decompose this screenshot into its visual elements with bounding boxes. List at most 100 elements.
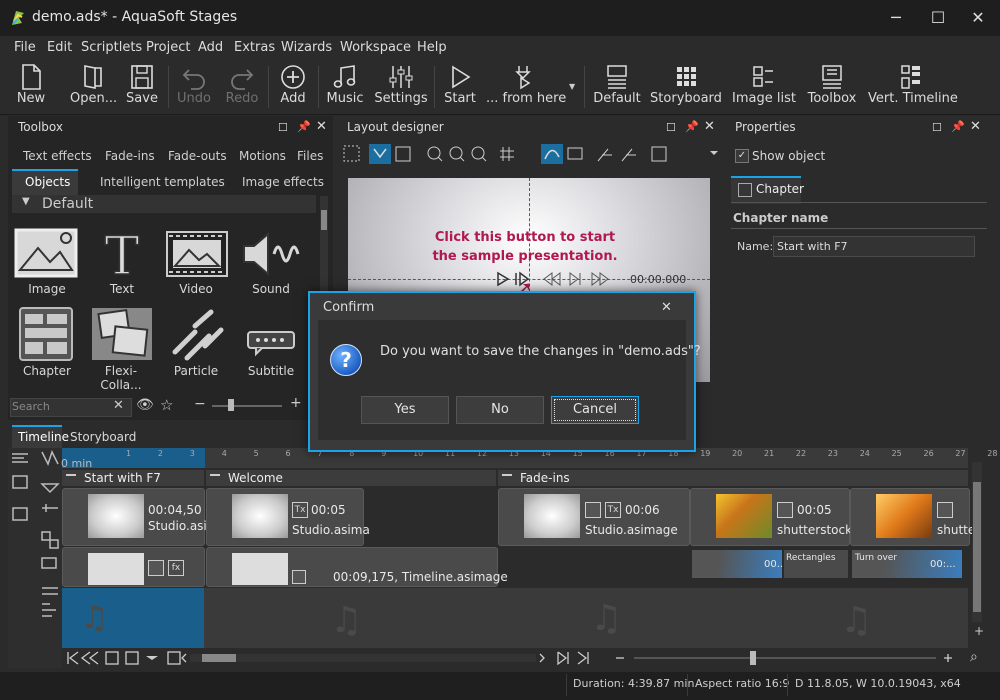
toolbox-scrollbar-thumb[interactable] xyxy=(321,210,327,230)
prev-icon[interactable] xyxy=(80,651,99,665)
layout-default-button[interactable]: Default xyxy=(592,60,642,112)
collapse-chapter-icon[interactable] xyxy=(210,474,220,476)
close-panel-icon[interactable]: ✕ xyxy=(316,119,327,134)
bars-icon[interactable] xyxy=(42,603,56,617)
pin-icon[interactable]: 📌 xyxy=(297,120,311,133)
object-video[interactable] xyxy=(165,226,229,285)
collapse-chapter-icon[interactable] xyxy=(502,474,512,476)
menu-extras[interactable]: Extras xyxy=(234,40,275,55)
tab-text-effects[interactable]: Text effects xyxy=(23,149,92,163)
object-image[interactable] xyxy=(14,226,78,285)
guide2-icon[interactable] xyxy=(621,148,636,162)
frame-view-icon[interactable] xyxy=(125,651,139,665)
forward-icon[interactable] xyxy=(591,272,609,286)
menu-wizards[interactable]: Wizards xyxy=(281,40,332,55)
go-start-icon[interactable] xyxy=(67,651,79,665)
tab-storyboard[interactable]: Storyboard xyxy=(70,430,136,444)
settings-icon[interactable] xyxy=(651,146,667,162)
menu-edit[interactable]: Edit xyxy=(47,40,72,55)
tab-fade-outs[interactable]: Fade-outs xyxy=(168,149,227,163)
star-icon[interactable]: ☆ xyxy=(160,396,173,414)
track2-icon[interactable] xyxy=(41,557,57,569)
close-window-button[interactable]: ✕ xyxy=(958,6,998,30)
insert-icon[interactable] xyxy=(42,504,58,512)
yes-button[interactable]: Yes xyxy=(361,396,449,424)
dialog-close-button[interactable]: ✕ xyxy=(661,300,672,315)
next-icon[interactable] xyxy=(569,272,581,286)
scroll-left-icon[interactable] xyxy=(181,653,187,663)
go-end-icon[interactable] xyxy=(577,651,589,665)
undo-button[interactable]: Undo xyxy=(174,60,214,112)
no-button[interactable]: No xyxy=(456,396,544,424)
object-text[interactable]: T xyxy=(90,226,154,288)
view-dropdown-icon[interactable] xyxy=(146,656,158,660)
music-button[interactable]: Music xyxy=(324,60,366,112)
align-icon[interactable] xyxy=(12,453,28,463)
fit-icon[interactable] xyxy=(12,475,28,489)
from-here-dropdown-icon[interactable]: ▼ xyxy=(569,82,575,91)
timeline-v-scrollbar-thumb[interactable] xyxy=(973,482,981,612)
grid-icon[interactable] xyxy=(500,147,514,161)
redo-button[interactable]: Redo xyxy=(222,60,262,112)
tab-fade-ins[interactable]: Fade-ins xyxy=(105,149,155,163)
zoom-out-icon[interactable]: − xyxy=(194,396,206,412)
close-panel-icon[interactable]: ✕ xyxy=(704,119,715,134)
zoom-in-icon[interactable] xyxy=(944,654,952,662)
float-panel-icon[interactable]: ☐ xyxy=(666,121,676,134)
menu-help[interactable]: Help xyxy=(417,40,447,55)
object-flexi-collage[interactable] xyxy=(90,306,154,365)
open-button[interactable]: Open... xyxy=(70,60,117,112)
fit-view-icon[interactable] xyxy=(105,651,119,665)
scroll-right-icon[interactable] xyxy=(539,653,545,663)
overview-icon[interactable] xyxy=(167,651,181,665)
icon-size-slider[interactable] xyxy=(212,405,282,407)
layout-toolbox-button[interactable]: Toolbox xyxy=(804,60,860,112)
object-particle[interactable] xyxy=(165,306,229,365)
eye-icon[interactable]: 👁 xyxy=(136,397,154,413)
tab-timeline[interactable]: Timeline xyxy=(18,430,69,444)
clear-search-icon[interactable]: ✕ xyxy=(113,398,124,413)
path-icon[interactable] xyxy=(541,144,563,164)
go-next-icon[interactable] xyxy=(557,651,569,666)
guide-icon[interactable] xyxy=(597,148,612,162)
play-icon[interactable] xyxy=(497,271,510,287)
search-timeline-icon[interactable]: ⌕ xyxy=(970,649,978,665)
new-button[interactable]: New xyxy=(10,60,52,112)
frame-icon[interactable] xyxy=(395,146,411,162)
save-button[interactable]: Save xyxy=(124,60,160,112)
add-button[interactable]: Add xyxy=(274,60,312,112)
settings-button[interactable]: Settings xyxy=(374,60,428,112)
object-subtitle[interactable] xyxy=(240,306,304,365)
tab-image-effects[interactable]: Image effects xyxy=(242,175,324,189)
start-from-here-button[interactable]: ... from here xyxy=(486,60,566,112)
tab-intelligent-templates[interactable]: Intelligent templates xyxy=(100,175,225,189)
tab-files[interactable]: Files xyxy=(297,149,323,163)
float-panel-icon[interactable]: ☐ xyxy=(278,121,288,134)
maximize-button[interactable]: ☐ xyxy=(918,6,958,30)
pin-icon[interactable]: 📌 xyxy=(685,120,699,133)
snap-icon[interactable] xyxy=(369,144,391,164)
object-sound[interactable] xyxy=(240,226,304,285)
fade-icon[interactable] xyxy=(40,483,60,494)
layout-vert-timeline-button[interactable]: Vert. Timeline xyxy=(868,60,958,112)
close-panel-icon[interactable]: ✕ xyxy=(970,119,981,134)
menu-project[interactable]: Project xyxy=(146,40,190,55)
wave-icon[interactable] xyxy=(41,450,59,466)
menu-file[interactable]: File xyxy=(14,40,36,55)
more-icon[interactable] xyxy=(710,151,718,155)
menu-add[interactable]: Add xyxy=(198,40,223,55)
list-icon[interactable] xyxy=(42,587,58,595)
collapse-chapter-icon[interactable] xyxy=(66,474,76,476)
float-panel-icon[interactable]: ☐ xyxy=(932,121,942,134)
icon-size-slider-thumb[interactable] xyxy=(228,399,234,411)
rewind-icon[interactable] xyxy=(543,272,561,286)
start-button[interactable]: Start xyxy=(440,60,480,112)
add-track-icon[interactable]: + xyxy=(974,624,984,638)
timeline-zoom-thumb[interactable] xyxy=(750,651,756,665)
pin-icon[interactable]: 📌 xyxy=(951,120,965,133)
timeline-h-scrollbar-thumb[interactable] xyxy=(202,654,236,662)
zoom-in-icon[interactable]: + xyxy=(290,395,302,411)
expand-icon[interactable] xyxy=(12,507,28,521)
cancel-button[interactable]: Cancel xyxy=(551,396,639,424)
track-icon[interactable] xyxy=(41,531,51,541)
